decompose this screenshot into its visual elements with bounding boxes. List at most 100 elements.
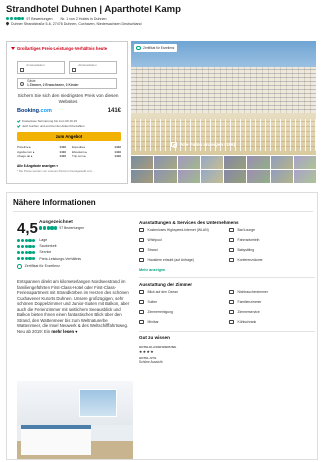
- checkin-field[interactable]: Anreisedatum: [17, 61, 65, 74]
- details-title: Nähere Informationen: [13, 198, 96, 207]
- room-feature-label: Minibar: [147, 319, 159, 324]
- price-row[interactable]: Priceline ▸ 141€: [17, 145, 66, 149]
- photo-thumbnail[interactable]: [131, 170, 154, 183]
- bubble-icon: [17, 250, 21, 255]
- bubble-icon: [32, 257, 36, 261]
- amenity-label: Konferenzräume: [237, 258, 263, 262]
- beach-icon: [139, 248, 144, 253]
- photo-thumbnail[interactable]: [293, 170, 316, 183]
- rating-bubbles: [17, 244, 36, 248]
- photo-thumbnail[interactable]: [270, 170, 293, 183]
- hotel-header: Strandhotel Duhnen | Aparthotel Kamp 97 …: [5, 4, 322, 26]
- room-photo[interactable]: [17, 381, 133, 459]
- rating-bubbles: [17, 238, 36, 242]
- photo-thumbnail[interactable]: [200, 156, 223, 169]
- amenity-label: Whirlpool: [147, 238, 162, 242]
- room-feature-item: Zimmerreinigung: [139, 310, 225, 318]
- photo-thumbnail[interactable]: [131, 156, 154, 169]
- bubble-icon: [46, 226, 50, 230]
- photo-thumbnail[interactable]: [270, 156, 293, 169]
- feature-pay-later: Jetzt buchen und erst bei der Ankunft be…: [16, 123, 121, 128]
- photo-thumbnail[interactable]: [247, 156, 270, 169]
- room-bed: [21, 425, 91, 455]
- lowest-price-hint: Sichern Sie sich den niedrigsten Preis v…: [17, 93, 119, 104]
- photo-thumbnail[interactable]: [154, 170, 177, 183]
- room-feature-label: Zimmerreinigung: [147, 309, 173, 314]
- bubble-icon: [42, 226, 46, 230]
- pet-icon: [139, 258, 144, 263]
- feature-free-cancel: Kostenlose Stornierung bis zum 03.10.19: [16, 118, 121, 123]
- price-value: 141€: [114, 145, 121, 149]
- details-panel: Nähere Informationen 4,5 Ausgezeichnet 9…: [6, 192, 318, 460]
- view-deal-button[interactable]: zum Angebot: [17, 132, 121, 141]
- price-value: 141€: [114, 149, 121, 154]
- camera-icon: [171, 142, 178, 148]
- photo-thumbnail[interactable]: [177, 156, 200, 169]
- top-offer[interactable]: Booking.com 141€: [17, 108, 121, 114]
- photo-thumbnail[interactable]: [224, 156, 247, 169]
- booking-box: Großartiges Preis-Leistungs-Verhältnis h…: [6, 41, 128, 184]
- review-count-link[interactable]: 97 Bewertungen: [26, 17, 52, 21]
- amenity-label: Bar/Lounge: [237, 228, 256, 232]
- room-feature-label: Blick auf den Ozean: [147, 289, 178, 294]
- hotel-description: Entspannen direkt am kilometerlangen Nor…: [17, 279, 133, 334]
- price-row[interactable]: Trip.com ▸ 141€: [72, 154, 121, 158]
- room-feature-item: Zimmerservice: [229, 310, 315, 318]
- glass-icon: [229, 228, 234, 233]
- room-feature-label: Kühlschrank: [237, 319, 257, 324]
- guests-field[interactable]: Gäste 1 Zimmer, 2 Erwachsene, 0 Kinder: [17, 78, 117, 89]
- room-feature-label: Zimmerservice: [237, 309, 260, 314]
- room-window: [79, 389, 117, 417]
- amenity-label: Strand: [147, 248, 158, 252]
- hotel-rank[interactable]: Nr. 1 von 2 Hotels in Duhnen: [61, 17, 107, 21]
- price-row[interactable]: trivago.de ▸ 141€: [17, 154, 66, 158]
- bubble-icon: [6, 16, 10, 21]
- photo-thumbnail[interactable]: [224, 170, 247, 183]
- all-photos-button[interactable]: Alle Fotos anzeigen (196): [171, 140, 235, 149]
- score-reviews-link[interactable]: 97 Bewertungen: [59, 226, 84, 230]
- room-feature-item: Familienzimmer: [229, 300, 315, 308]
- hero-photo[interactable]: Zertifikat für Exzellenz Alle Fotos anze…: [131, 41, 316, 155]
- ocean-icon: [139, 289, 144, 294]
- divider: [13, 211, 313, 212]
- photo-thumbnail[interactable]: [247, 170, 270, 183]
- room-feature-label: Nichtraucherzimmer: [237, 289, 268, 294]
- service-icon: [229, 309, 234, 314]
- photo-thumbnail[interactable]: [293, 156, 316, 169]
- photo-thumbnail[interactable]: [200, 170, 223, 183]
- bubble-icon: [28, 238, 32, 242]
- address-text[interactable]: Duhner Strandstraße 5-6, 27476 Duhnen, C…: [11, 22, 141, 26]
- bubble-icon: [24, 244, 28, 248]
- rating-bubbles: [39, 226, 58, 230]
- rating-bubbles: [17, 250, 36, 255]
- read-more-link[interactable]: mehr lesen ▾: [51, 329, 77, 334]
- bubble-icon: [17, 16, 21, 21]
- price-site: Ebookers ▸: [72, 149, 88, 154]
- checkout-field[interactable]: Abreisedatum: [69, 61, 117, 74]
- hotel-page: Strandhotel Duhnen | Aparthotel Kamp 97 …: [0, 0, 327, 462]
- feature-text: Jetzt buchen und erst bei der Ankunft be…: [22, 124, 85, 128]
- price-row[interactable]: Agoda.com ▸ 141€: [17, 150, 66, 154]
- room-features-list: Blick auf den Ozean Nichtraucherzimmer S…: [139, 290, 315, 328]
- price-value: 141€: [59, 149, 66, 154]
- provider-name: Booking: [17, 108, 39, 114]
- deal-banner: Großartiges Preis-Leistungs-Verhältnis h…: [11, 45, 123, 52]
- excellence-icon: [17, 264, 22, 269]
- bubble-icon: [54, 226, 58, 230]
- photo-thumbnail[interactable]: [177, 170, 200, 183]
- show-all-offers-link[interactable]: Alle 8 Angebote anzeigen ▾: [17, 164, 58, 168]
- guests-value: 1 Zimmer, 2 Erwachsene, 0 Kinder: [27, 82, 79, 87]
- show-more-amenities-link[interactable]: Mehr anzeigen: [139, 266, 315, 274]
- bubble-icon: [32, 244, 36, 248]
- photo-building-windows: [131, 69, 316, 113]
- amenity-item: Bar/Lounge: [229, 228, 315, 236]
- room-feature-item: Suiten: [139, 300, 225, 308]
- bubble-icon: [28, 244, 32, 248]
- price-row[interactable]: Ebookers ▸ 141€: [72, 150, 121, 154]
- photo-thumbnail[interactable]: [154, 156, 177, 169]
- price-row[interactable]: Expedia ▸ 141€: [72, 145, 121, 149]
- bubble-icon: [39, 226, 43, 230]
- price-site: trivago.de ▸: [17, 154, 33, 158]
- check-icon: [16, 118, 21, 123]
- price-value: 141€: [114, 154, 121, 158]
